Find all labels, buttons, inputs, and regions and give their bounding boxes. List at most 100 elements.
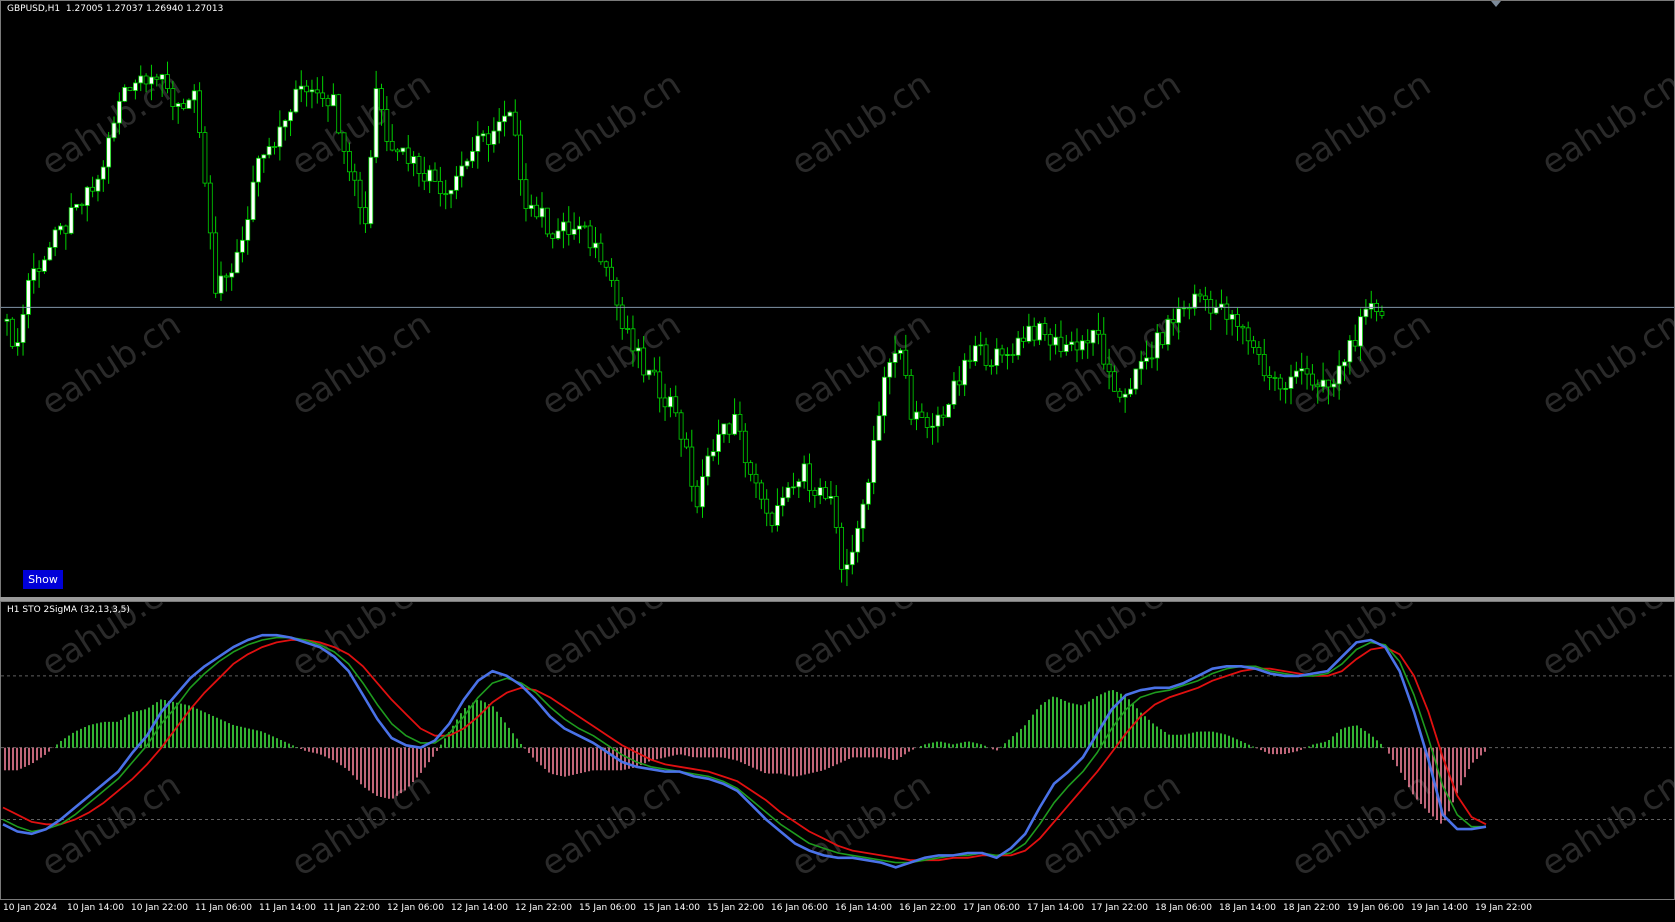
histogram [4,690,1486,824]
candle-body [464,160,470,167]
watermark-text: eahub.cn [34,304,188,423]
candle-body [561,221,566,232]
candle-body [764,498,770,514]
time-axis-label: 10 Jan 22:00 [131,903,188,913]
candle-body [1037,323,1042,341]
candle-body [1063,344,1069,352]
candle-body [716,433,721,452]
time-axis-label: 10 Jan 2024 [3,903,57,913]
candle-body [277,126,283,148]
indicator-window[interactable]: eahub.cn eahub.cn eahub.cn eahub.cn eahub.cn… [0,601,1675,900]
watermark-text: eahub.cn [1034,64,1188,183]
watermark-text: eahub.cn [534,64,688,183]
candle-body [1240,325,1246,329]
candle-body [341,132,347,152]
candle-body [453,175,459,191]
candle-body [705,455,711,478]
watermark-text: eahub.cn [534,602,688,685]
candle-body [812,489,818,496]
candle-body [1363,308,1369,318]
watermark-text: eahub.cn [284,304,438,423]
candle-body [1368,303,1374,310]
candle-body [395,149,400,153]
candle-body [662,397,668,408]
candle-body [58,225,63,231]
candle-body [496,121,502,132]
candle-body [571,228,577,235]
candle-body [475,135,481,152]
time-axis-label: 19 Jan 06:00 [1347,903,1404,913]
candle-body [539,207,545,218]
candle-body [47,246,53,261]
candle-body [1069,341,1075,345]
candle-body [52,229,58,248]
candle-body [1203,295,1208,300]
chart-shift-marker-icon[interactable] [1491,1,1501,7]
candle-body [421,173,427,182]
candle-body [887,362,893,378]
candle-body [111,122,117,139]
watermark-text: eahub.cn [1534,64,1674,183]
candle-body [678,412,684,440]
candle-body [272,146,277,148]
candle-body [15,342,21,347]
candle-body [437,180,443,195]
time-axis-label: 16 Jan 06:00 [771,903,828,913]
candle-body [138,75,144,84]
candle-body [400,147,406,153]
candle-body [282,120,288,128]
candle-body [9,318,15,347]
candle-body [1342,361,1347,367]
candle-body [550,233,556,239]
candle-body [1144,357,1149,362]
watermark-text: eahub.cn [1534,304,1674,423]
candle-body [694,485,700,508]
candle-body [1176,308,1182,324]
candle-body [223,275,229,278]
candle-body [689,446,695,487]
candle-body [1352,340,1358,347]
candle-body [20,314,26,343]
candle-body [544,207,550,235]
candle-body [882,376,887,417]
show-button[interactable]: Show [23,570,63,589]
candle-body [507,111,513,117]
candle-body [1021,337,1026,342]
candle-body [892,352,898,363]
candle-body [304,85,310,93]
candle-body [935,414,941,427]
candle-body [1160,332,1165,345]
time-axis-label: 15 Jan 06:00 [579,903,636,913]
candle-body [4,318,10,322]
time-axis-label: 15 Jan 14:00 [643,903,700,913]
candle-body [593,242,598,249]
candle-body [213,232,219,294]
candle-body [459,165,465,177]
candle-body [143,75,149,85]
candle-body [1122,393,1128,398]
candle-body [983,344,989,366]
candle-body [898,349,903,354]
candle-body [603,261,609,268]
candle-body [116,100,122,124]
candle-body [132,82,138,91]
time-axis-label: 16 Jan 22:00 [899,903,956,913]
candle-body [352,171,358,181]
candle-body [234,251,240,274]
candle-body [100,166,106,180]
time-axis-label: 12 Jan 06:00 [387,903,444,913]
price-chart[interactable]: eahub.cn eahub.cn eahub.cn eahub.cn eahub.cn… [0,0,1675,598]
time-axis-label: 10 Jan 14:00 [67,903,124,913]
candle-body [1283,388,1289,390]
candle-body [1154,332,1160,359]
candle-body [1379,311,1385,316]
candle-body [919,411,925,418]
candle-body [1358,316,1363,347]
candle-body [154,76,160,80]
chart-title: GBPUSD,H1 1.27005 1.27037 1.26940 1.2701… [7,4,223,14]
candle-body [373,88,379,158]
candle-body [416,156,422,174]
candle-body [1304,368,1310,375]
candle-body [785,487,791,499]
candle-body [630,328,636,352]
